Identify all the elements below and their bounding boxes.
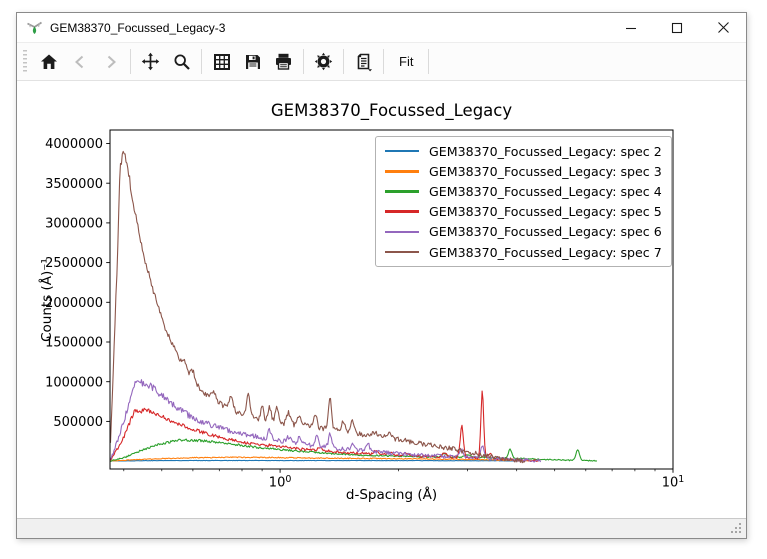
save-icon — [244, 53, 262, 71]
forward-button[interactable] — [95, 46, 126, 77]
series-line-6 — [111, 380, 541, 462]
forward-arrow-icon — [102, 53, 120, 71]
y-axis-label: Counts (Å)⁻¹ — [39, 225, 55, 375]
legend-entry: GEM38370_Focussed_Legacy: spec 2 — [385, 141, 662, 161]
y-tick-label: 4000000 — [45, 137, 103, 152]
print-icon — [274, 52, 293, 71]
legend-line-sample-icon — [385, 251, 419, 254]
close-icon — [717, 21, 730, 34]
minimize-icon — [625, 22, 637, 34]
legend-entry: GEM38370_Focussed_Legacy: spec 7 — [385, 242, 662, 262]
y-tick-label: 500000 — [53, 415, 103, 430]
window-title: GEM38370_Focussed_Legacy-3 — [50, 21, 225, 35]
toolbar-separator — [201, 49, 202, 74]
legend-entry: GEM38370_Focussed_Legacy: spec 5 — [385, 202, 662, 222]
legend-entry: GEM38370_Focussed_Legacy: spec 4 — [385, 181, 662, 201]
legend-label: GEM38370_Focussed_Legacy: spec 7 — [429, 245, 662, 260]
save-button[interactable] — [237, 46, 268, 77]
toolbar-separator — [428, 49, 429, 74]
pan-icon — [141, 52, 160, 71]
plot-toolbar: Fit — [17, 42, 746, 81]
close-button[interactable] — [700, 13, 746, 42]
home-icon — [40, 53, 58, 71]
pan-button[interactable] — [135, 46, 166, 77]
back-button[interactable] — [64, 46, 95, 77]
fit-button[interactable]: Fit — [388, 46, 424, 77]
subplots-button[interactable] — [206, 46, 237, 77]
status-bar — [17, 518, 746, 538]
legend-label: GEM38370_Focussed_Legacy: spec 2 — [429, 144, 662, 159]
legend-label: GEM38370_Focussed_Legacy: spec 5 — [429, 204, 662, 219]
toolbar-drag-handle[interactable] — [23, 50, 27, 74]
generate-script-button[interactable] — [348, 46, 379, 77]
legend-entry: GEM38370_Focussed_Legacy: spec 3 — [385, 161, 662, 181]
title-bar[interactable]: GEM38370_Focussed_Legacy-3 — [17, 13, 746, 42]
toolbar-separator — [383, 49, 384, 74]
series-line-2 — [111, 460, 526, 461]
minimize-button[interactable] — [608, 13, 654, 42]
legend-line-sample-icon — [385, 231, 419, 234]
toolbar-separator — [303, 49, 304, 74]
home-button[interactable] — [33, 46, 64, 77]
zoom-to-rect-icon — [173, 53, 191, 71]
mantid-logo-icon — [26, 19, 43, 36]
legend-line-sample-icon — [385, 190, 419, 193]
window-controls — [608, 13, 746, 42]
legend-label: GEM38370_Focussed_Legacy: spec 3 — [429, 164, 662, 179]
legend-line-sample-icon — [385, 150, 419, 153]
maximize-button[interactable] — [654, 13, 700, 42]
legend-label: GEM38370_Focussed_Legacy: spec 4 — [429, 184, 662, 199]
toolbar-separator — [130, 49, 131, 74]
zoom-button[interactable] — [166, 46, 197, 77]
gear-icon — [314, 52, 333, 71]
x-axis-label: d-Spacing (Å) — [110, 487, 673, 503]
customize-button[interactable] — [308, 46, 339, 77]
maximize-icon — [671, 22, 683, 34]
plot-window: GEM38370_Focussed_Legacy-3 — [16, 12, 747, 539]
back-arrow-icon — [71, 53, 89, 71]
generate-script-icon — [354, 52, 374, 72]
legend-line-sample-icon — [385, 170, 419, 173]
legend-label: GEM38370_Focussed_Legacy: spec 6 — [429, 224, 662, 239]
plot-title: GEM38370_Focussed_Legacy — [110, 101, 673, 120]
print-button[interactable] — [268, 46, 299, 77]
legend-entry: GEM38370_Focussed_Legacy: spec 6 — [385, 222, 662, 242]
figure-canvas[interactable]: 1001015000001000000150000020000002500000… — [17, 81, 746, 518]
legend-line-sample-icon — [385, 210, 419, 213]
legend[interactable]: GEM38370_Focussed_Legacy: spec 2 GEM38370… — [375, 136, 672, 267]
resize-grip-icon[interactable] — [739, 531, 741, 533]
toolbar-separator — [343, 49, 344, 74]
subplots-grid-icon — [213, 53, 231, 71]
y-tick-label: 3500000 — [45, 177, 103, 192]
y-tick-label: 1000000 — [45, 375, 103, 390]
